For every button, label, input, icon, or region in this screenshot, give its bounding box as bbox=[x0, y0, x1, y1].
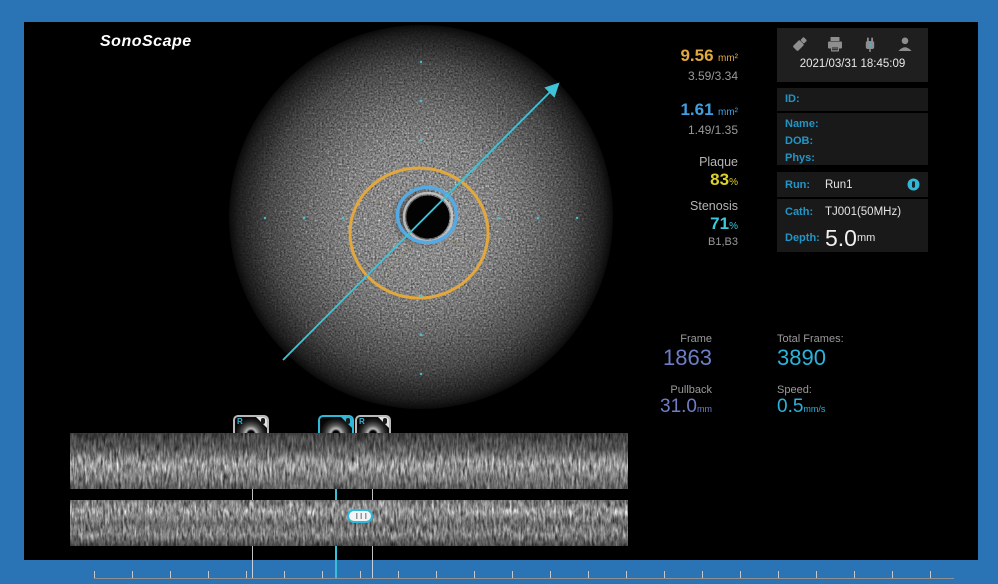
printer-icon[interactable] bbox=[826, 35, 844, 53]
catheter-row: Cath: TJ001(50MHz) bbox=[777, 199, 928, 224]
lumen-diameters: 1.49/1.35 bbox=[600, 123, 738, 137]
patient-info-panel[interactable]: ID: Name: DOB: Phys: bbox=[777, 88, 928, 165]
catheter-lumen bbox=[407, 196, 450, 239]
lumen-area-value: 1.61 mm² bbox=[600, 100, 738, 120]
frame-info-column: Frame 1863 Pullback 31.0mm bbox=[600, 333, 712, 418]
patient-id-label: ID: bbox=[777, 88, 928, 111]
frame-number: 1863 bbox=[600, 345, 712, 371]
recording-marker: R bbox=[359, 417, 365, 426]
usb-drive-icon[interactable] bbox=[791, 35, 809, 53]
speed-unit: mm/s bbox=[803, 404, 825, 414]
pullback-label: Pullback bbox=[600, 384, 712, 396]
frame-label: Frame bbox=[600, 333, 712, 345]
main-display: SonoScape bbox=[24, 22, 978, 560]
system-status-panel: 2021/03/31 18:45:09 bbox=[777, 28, 928, 82]
system-icons bbox=[777, 28, 928, 55]
vessel-area-unit: mm² bbox=[718, 53, 738, 64]
patient-dob-label: DOB: bbox=[777, 133, 928, 150]
run-label: Run: bbox=[785, 179, 825, 191]
brand-logo: SonoScape bbox=[100, 33, 192, 51]
pullback-unit: mm bbox=[697, 404, 712, 414]
user-icon[interactable] bbox=[896, 35, 914, 53]
depth-row: Depth: 5.0mm bbox=[777, 224, 928, 252]
pullback-ruler[interactable] bbox=[94, 578, 954, 579]
longitudinal-view-top[interactable] bbox=[70, 433, 628, 489]
depth-unit: mm bbox=[857, 232, 875, 244]
patient-phys-label: Phys: bbox=[777, 150, 928, 167]
run-lock-icon[interactable] bbox=[907, 178, 920, 191]
vessel-area-number: 9.56 bbox=[680, 46, 713, 65]
depth-label: Depth: bbox=[785, 232, 825, 244]
stenosis-label: Stenosis bbox=[600, 199, 738, 213]
catheter-value: TJ001(50MHz) bbox=[825, 206, 901, 218]
recording-marker: R bbox=[237, 417, 243, 426]
frame-position-slider[interactable] bbox=[347, 509, 373, 523]
patient-name-label: Name: bbox=[777, 113, 928, 133]
plaque-label: Plaque bbox=[600, 155, 738, 169]
pullback-number: 31.0 bbox=[660, 396, 697, 417]
plaque-number: 83 bbox=[710, 170, 729, 189]
power-plug-icon[interactable] bbox=[861, 35, 879, 53]
measurement-column: 9.56 mm² 3.59/3.34 1.61 mm² 1.49/1.35 Pl… bbox=[600, 22, 738, 248]
bookmark-corner-dot bbox=[261, 418, 265, 424]
run-value: Run1 bbox=[825, 179, 853, 191]
bookmark-corner-dot bbox=[383, 418, 387, 424]
device-bezel: SonoScape bbox=[0, 0, 998, 584]
vessel-area-value: 9.56 mm² bbox=[600, 46, 738, 66]
depth-value: 5.0 bbox=[825, 225, 857, 252]
run-row[interactable]: Run: Run1 bbox=[777, 172, 928, 197]
total-frames-label: Total Frames: bbox=[777, 333, 928, 345]
bookmark-corner-dot bbox=[346, 418, 350, 424]
datetime-display: 2021/03/31 18:45:09 bbox=[777, 55, 928, 70]
lumen-area-number: 1.61 bbox=[680, 100, 713, 119]
pullback-value: 31.0mm bbox=[600, 396, 712, 418]
longitudinal-view-bottom[interactable] bbox=[70, 500, 628, 546]
total-frames-number: 3890 bbox=[777, 345, 928, 371]
vessel-diameters: 3.59/3.34 bbox=[600, 69, 738, 83]
stenosis-unit: % bbox=[729, 221, 738, 232]
speed-number: 0.5 bbox=[777, 396, 803, 417]
plaque-value: 83% bbox=[600, 170, 738, 190]
pullback-ruler-ticks bbox=[94, 571, 954, 578]
slider-grip bbox=[356, 513, 368, 519]
lumen-area-unit: mm² bbox=[718, 107, 738, 118]
stenosis-number: 71 bbox=[710, 214, 729, 233]
catheter-label: Cath: bbox=[785, 206, 825, 218]
total-info-column: Total Frames: 3890 Speed: 0.5mm/s bbox=[777, 333, 928, 418]
ivus-cross-section-image[interactable] bbox=[226, 22, 616, 412]
speed-label: Speed: bbox=[777, 384, 928, 396]
run-settings-panel: Run: Run1 Cath: TJ001(50MHz) Depth: 5.0m… bbox=[777, 172, 928, 252]
plaque-unit: % bbox=[729, 177, 738, 188]
speed-value: 0.5mm/s bbox=[777, 396, 928, 418]
stenosis-value: 71% bbox=[600, 214, 738, 234]
stenosis-reference-bookmarks: B1,B3 bbox=[600, 236, 738, 248]
